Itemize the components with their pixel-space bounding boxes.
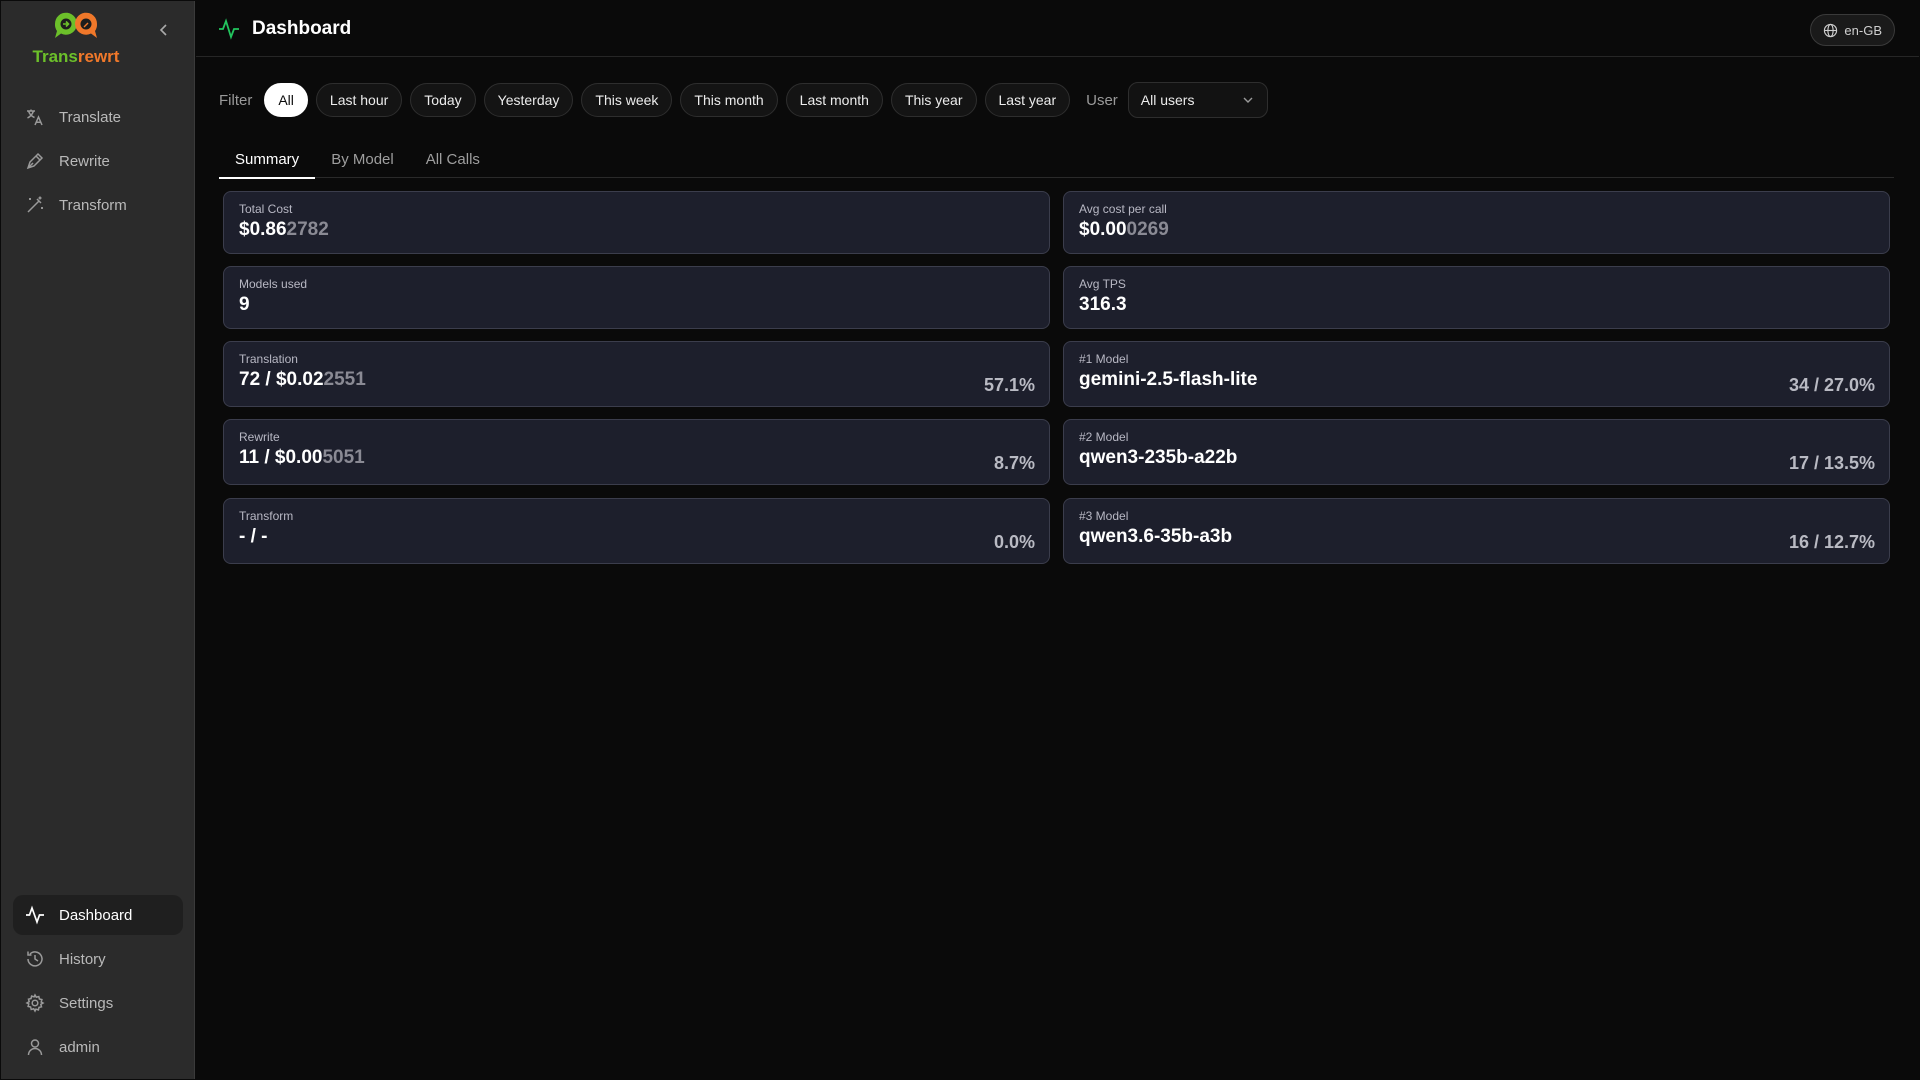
card-label: Avg cost per call bbox=[1079, 202, 1167, 216]
sidebar-item-admin[interactable]: admin bbox=[13, 1027, 183, 1067]
translate-icon bbox=[27, 109, 43, 126]
card-label: Models used bbox=[239, 277, 308, 291]
translation-card: Translation 72 / $0.022551 57.1% bbox=[223, 341, 1050, 407]
top-bar: Dashboard en-GB bbox=[196, 1, 1919, 57]
tab-all-calls[interactable]: All Calls bbox=[410, 140, 496, 178]
filter-label: Filter bbox=[219, 91, 253, 109]
filter-chip-today[interactable]: Today bbox=[410, 83, 476, 117]
history-icon bbox=[27, 951, 43, 967]
model-2-card: #2 Model qwen3-235b-a22b 17 / 13.5% bbox=[1063, 419, 1890, 485]
card-value: 9 bbox=[239, 294, 250, 315]
filter-chip-last-month[interactable]: Last month bbox=[785, 83, 883, 117]
sidebar-item-translate[interactable]: Translate bbox=[13, 97, 183, 137]
tab-summary[interactable]: Summary bbox=[219, 140, 316, 179]
avg-tps-card: Avg TPS 316.3 bbox=[1063, 266, 1890, 329]
logo-icon bbox=[54, 12, 98, 39]
card-value: $0.000269 bbox=[1079, 219, 1169, 240]
card-value: qwen3.6-35b-a3b bbox=[1079, 526, 1233, 547]
chevron-left-icon bbox=[159, 24, 167, 36]
wand-icon bbox=[27, 196, 43, 213]
collapse-sidebar-button[interactable] bbox=[151, 17, 177, 43]
transform-card: Transform - / - 0.0% bbox=[223, 498, 1050, 564]
brand[interactable]: Transrewrt bbox=[1, 11, 151, 67]
sidebar-item-label: Dashboard bbox=[59, 906, 133, 924]
card-value: gemini-2.5-flash-lite bbox=[1079, 369, 1258, 390]
card-label: Transform bbox=[239, 509, 294, 523]
sidebar: Transrewrt Translate Rewrite Transform D… bbox=[1, 1, 195, 1079]
user-filter-label: User bbox=[1086, 91, 1118, 109]
sidebar-item-label: Rewrite bbox=[59, 152, 110, 170]
filter-chip-this-month[interactable]: This month bbox=[680, 83, 778, 117]
activity-icon bbox=[26, 905, 44, 925]
card-stat: 16 / 12.7% bbox=[1788, 532, 1875, 552]
filter-bar: Filter All Last hour Today Yesterday Thi… bbox=[219, 82, 1268, 118]
card-label: #2 Model bbox=[1079, 430, 1129, 444]
chevron-down-icon bbox=[1243, 97, 1253, 103]
sidebar-item-label: Translate bbox=[59, 108, 121, 126]
card-value: - / - bbox=[239, 526, 268, 547]
sidebar-item-transform[interactable]: Transform bbox=[13, 185, 183, 225]
filter-chip-this-week[interactable]: This week bbox=[581, 83, 673, 117]
language-label: en-GB bbox=[1844, 22, 1882, 38]
card-label: Translation bbox=[239, 352, 298, 366]
card-percentage: 57.1% bbox=[983, 375, 1035, 395]
sidebar-item-label: Transform bbox=[59, 196, 127, 214]
tab-by-model[interactable]: By Model bbox=[315, 140, 410, 178]
card-label: #1 Model bbox=[1079, 352, 1129, 366]
card-label: Avg TPS bbox=[1079, 277, 1126, 291]
page-title: Dashboard bbox=[252, 17, 352, 39]
filter-chip-last-year[interactable]: Last year bbox=[984, 83, 1071, 117]
sidebar-item-rewrite[interactable]: Rewrite bbox=[13, 141, 183, 181]
filter-chip-yesterday[interactable]: Yesterday bbox=[483, 83, 574, 117]
card-label: Total Cost bbox=[239, 202, 293, 216]
card-label: Rewrite bbox=[239, 430, 280, 444]
tab-bar: Summary By Model All Calls bbox=[219, 140, 1894, 179]
card-value: 11 / $0.005051 bbox=[239, 447, 365, 468]
filter-chip-all[interactable]: All bbox=[264, 83, 308, 117]
activity-icon bbox=[219, 17, 239, 40]
sidebar-item-settings[interactable]: Settings bbox=[13, 983, 183, 1023]
gear-icon bbox=[25, 993, 45, 1013]
rewrite-card: Rewrite 11 / $0.005051 8.7% bbox=[223, 419, 1050, 485]
sidebar-item-label: History bbox=[59, 950, 106, 968]
user-select[interactable]: All users bbox=[1127, 82, 1268, 118]
card-stat: 17 / 13.5% bbox=[1788, 453, 1875, 473]
model-3-card: #3 Model qwen3.6-35b-a3b 16 / 12.7% bbox=[1063, 498, 1890, 564]
filter-chip-last-hour[interactable]: Last hour bbox=[315, 83, 403, 117]
card-value: 72 / $0.022551 bbox=[239, 369, 366, 390]
sidebar-item-label: Settings bbox=[59, 994, 114, 1012]
card-value: 316.3 bbox=[1079, 294, 1127, 315]
model-1-card: #1 Model gemini-2.5-flash-lite 34 / 27.0… bbox=[1063, 341, 1890, 407]
card-percentage: 8.7% bbox=[993, 453, 1035, 473]
sidebar-item-label: admin bbox=[59, 1038, 100, 1056]
card-stat: 34 / 27.0% bbox=[1788, 375, 1875, 395]
card-value: qwen3-235b-a22b bbox=[1079, 447, 1238, 468]
sidebar-item-history[interactable]: History bbox=[13, 939, 183, 979]
filter-chip-this-year[interactable]: This year bbox=[890, 83, 977, 117]
card-label: #3 Model bbox=[1079, 509, 1129, 523]
language-button[interactable]: en-GB bbox=[1810, 14, 1895, 46]
brand-name: Transrewrt bbox=[32, 47, 120, 66]
globe-icon bbox=[1824, 23, 1838, 37]
models-used-card: Models used 9 bbox=[223, 266, 1050, 329]
user-select-value: All users bbox=[1140, 92, 1195, 108]
total-cost-card: Total Cost $0.862782 bbox=[223, 191, 1050, 254]
user-icon bbox=[27, 1039, 43, 1056]
card-percentage: 0.0% bbox=[993, 532, 1035, 552]
card-value: $0.862782 bbox=[239, 219, 329, 240]
sidebar-item-dashboard[interactable]: Dashboard bbox=[13, 895, 183, 935]
pen-icon bbox=[26, 152, 44, 170]
avg-cost-card: Avg cost per call $0.000269 bbox=[1063, 191, 1890, 254]
